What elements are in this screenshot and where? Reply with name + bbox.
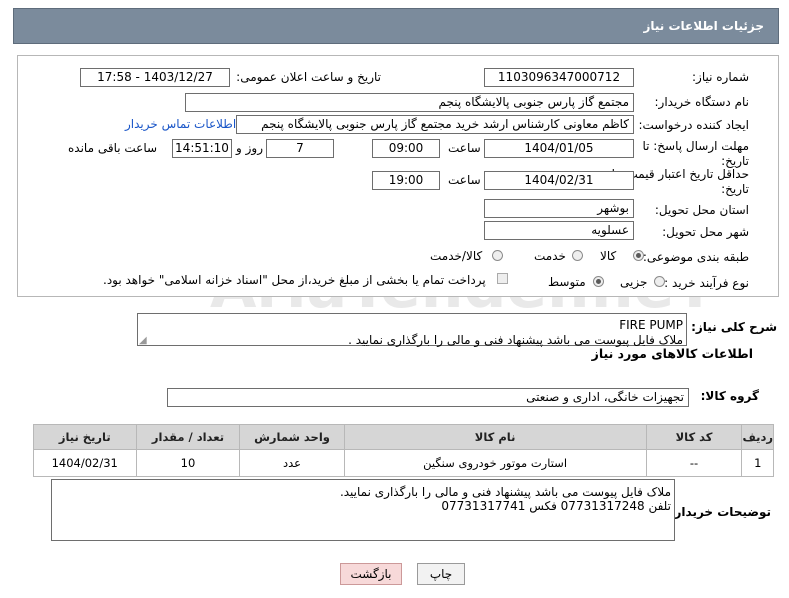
- cell-row: 1: [741, 449, 774, 477]
- remaining-time-field[interactable]: 14:51:10: [172, 139, 232, 158]
- category-radio-both[interactable]: [492, 250, 503, 261]
- category-option-both: کالا/خدمت: [430, 249, 483, 263]
- goods-table: ردیف کد کالا نام کالا واحد شمارش تعداد /…: [33, 424, 774, 477]
- page-header: جزئیات اطلاعات نیاز: [13, 8, 779, 44]
- goods-group-field[interactable]: تجهیزات خانگی، اداری و صنعتی: [167, 388, 689, 407]
- cell-name: استارت موتور خودروی سنگین: [343, 449, 647, 477]
- validity-date-field[interactable]: 1404/02/31: [484, 171, 634, 190]
- requester-field[interactable]: کاظم معاونی کارشناس ارشد خرید مجتمع گاز …: [236, 115, 634, 134]
- buyer-notes-line2: تلفن 07731317248 فکس 07731317741: [441, 499, 671, 513]
- deadline-time-field[interactable]: 09:00: [372, 139, 440, 158]
- deadline-date-field[interactable]: 1404/01/05: [484, 139, 634, 158]
- deadline-days-field[interactable]: 7: [266, 139, 334, 158]
- requester-label: ایجاد کننده درخواست:: [638, 118, 749, 132]
- col-header-qty: تعداد / مقدار: [135, 424, 241, 450]
- validity-time-label: ساعت: [448, 173, 481, 187]
- buyer-org-label: نام دستگاه خریدار:: [654, 95, 750, 109]
- buyer-contact-link[interactable]: اطلاعات تماس خریدار: [125, 117, 236, 131]
- cell-qty: 10: [135, 449, 241, 477]
- goods-group-label: گروه کالا:: [700, 389, 759, 403]
- announce-label: تاریخ و ساعت اعلان عمومی:: [236, 70, 381, 84]
- deadline-label-line1: مهلت ارسال پاسخ: تا: [642, 139, 749, 153]
- print-button[interactable]: چاپ: [417, 563, 465, 585]
- process-label: نوع فرآیند خرید :: [664, 276, 749, 290]
- process-radio-medium[interactable]: [593, 276, 604, 287]
- cell-date: 1404/02/31: [33, 449, 137, 477]
- need-number-label: شماره نیاز:: [692, 70, 749, 84]
- deadline-days-label: روز و: [236, 141, 263, 155]
- city-label: شهر محل تحویل:: [662, 225, 749, 239]
- validity-time-field[interactable]: 19:00: [372, 171, 440, 190]
- need-number-field[interactable]: 1103096347000712: [484, 68, 634, 87]
- announce-field[interactable]: 1403/12/27 - 17:58: [80, 68, 230, 87]
- col-header-code: کد کالا: [645, 424, 743, 450]
- table-row[interactable]: 1 -- استارت موتور خودروی سنگین عدد 10 14…: [33, 449, 774, 477]
- cell-code: --: [645, 449, 743, 477]
- goods-section-title: اطلاعات کالاهای مورد نیاز: [591, 346, 753, 361]
- category-radio-service[interactable]: [572, 250, 583, 261]
- city-field[interactable]: عسلویه: [484, 221, 634, 240]
- deadline-label-line2: تاریخ:: [721, 154, 749, 168]
- province-label: استان محل تحویل:: [654, 203, 749, 217]
- deadline-time-label: ساعت: [448, 141, 481, 155]
- category-option-service: خدمت: [534, 249, 566, 263]
- description-line1: FIRE PUMP: [619, 318, 683, 332]
- remaining-time-label: ساعت باقی مانده: [68, 141, 158, 155]
- back-button[interactable]: بازگشت: [340, 563, 402, 585]
- goods-table-header-row: ردیف کد کالا نام کالا واحد شمارش تعداد /…: [33, 424, 774, 450]
- validity-label-line2: تاریخ:: [721, 182, 749, 196]
- col-header-date: تاریخ نیاز: [33, 424, 137, 450]
- category-option-goods: کالا: [600, 249, 617, 263]
- resize-handle-icon[interactable]: ◢: [139, 335, 147, 346]
- buyer-notes-line1: ملاک فایل پیوست می باشد پیشنهاد فنی و ما…: [339, 485, 671, 499]
- province-field[interactable]: بوشهر: [484, 199, 634, 218]
- process-radio-minor[interactable]: [654, 276, 665, 287]
- category-label: طبقه بندی موضوعی:: [642, 250, 749, 264]
- description-label: شرح کلی نیاز:: [691, 320, 777, 334]
- buyer-notes-label: توضیحات خریدار:: [669, 505, 771, 519]
- category-radio-goods[interactable]: [633, 250, 644, 261]
- description-line2: ملاک فایل پیوست می باشد پیشنهاد فنی و ما…: [348, 333, 683, 347]
- col-header-row: ردیف: [741, 424, 774, 450]
- process-option-minor: جزیی: [620, 275, 648, 289]
- buyer-org-field[interactable]: مجتمع گاز پارس جنوبی پالایشگاه پنجم: [185, 93, 634, 112]
- treasury-payment-checkbox[interactable]: [497, 273, 508, 284]
- col-header-name: نام کالا: [343, 424, 647, 450]
- cell-unit: عدد: [239, 449, 345, 477]
- col-header-unit: واحد شمارش: [239, 424, 345, 450]
- treasury-payment-note: پرداخت تمام یا بخشی از مبلغ خرید،از محل …: [103, 273, 486, 287]
- process-option-medium: متوسط: [548, 275, 586, 289]
